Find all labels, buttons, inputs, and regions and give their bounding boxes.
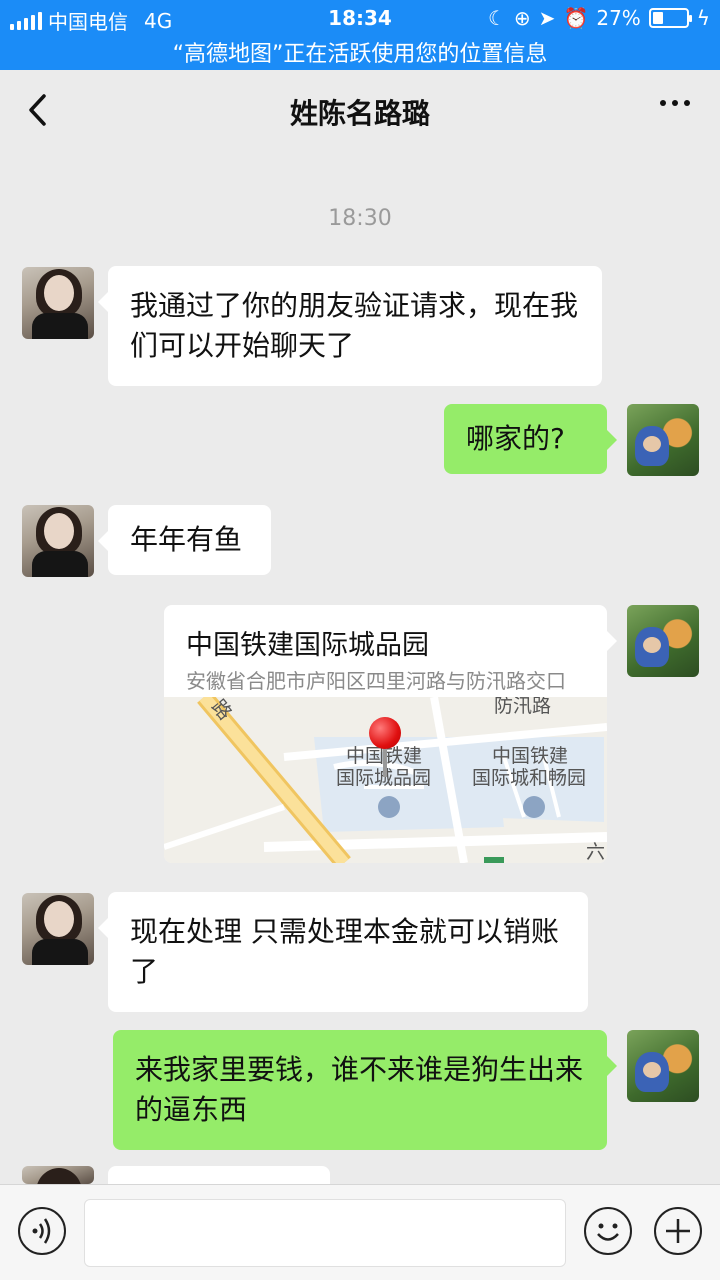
alarm-icon: ⏰	[563, 6, 589, 30]
orientation-lock-icon: ⊕	[513, 6, 531, 30]
message-bubble-incoming[interactable]: 现在处理 只需处理本金就可以销账了	[98, 892, 588, 1012]
location-map[interactable]: 路 防汛路 中国铁建 国际城品园 中国铁建 国际城和畅园 六	[164, 697, 607, 863]
my-avatar[interactable]	[627, 1030, 699, 1102]
battery-icon	[648, 8, 692, 28]
contact-avatar[interactable]	[22, 1166, 94, 1184]
chat-header: 姓陈名路璐	[0, 70, 720, 148]
message-bubble-outgoing[interactable]: 来我家里要钱，谁不来谁是狗生出来的逼东西	[113, 1030, 617, 1150]
voice-icon[interactable]	[18, 1207, 66, 1255]
map-pin-icon	[369, 717, 401, 749]
contact-avatar[interactable]	[22, 505, 94, 577]
map-road-label: 六	[586, 841, 606, 863]
charging-icon: ϟ	[696, 6, 710, 30]
battery-percent: 27%	[596, 6, 641, 30]
message-bubble-incoming[interactable]	[108, 1166, 330, 1184]
status-bar: 中国电信 4G 18:34 ☾ ⊕ ➤ ⏰ 27% ϟ “高德地图”正在活跃使用…	[0, 0, 720, 70]
my-avatar[interactable]	[627, 404, 699, 476]
emoji-icon[interactable]	[584, 1207, 632, 1255]
page-title: 姓陈名路璐	[289, 97, 430, 130]
location-address: 安徽省合肥市庐阳区四里河路与防汛路交口	[186, 669, 566, 693]
map-pin-icon	[383, 747, 387, 777]
location-title: 中国铁建国际城品园	[186, 630, 429, 661]
location-card[interactable]: 中国铁建国际城品园 安徽省合肥市庐阳区四里河路与防汛路交口 路 防汛路 中国铁建…	[164, 605, 607, 863]
input-bar	[0, 1184, 720, 1280]
map-poi-label: 中国铁建	[492, 745, 569, 767]
map-poi-label: 国际城和畅园	[472, 767, 587, 789]
location-arrow-icon: ➤	[538, 6, 556, 30]
message-input[interactable]	[84, 1199, 566, 1267]
location-notice-banner[interactable]: “高德地图”正在活跃使用您的位置信息	[0, 36, 720, 68]
my-avatar[interactable]	[627, 605, 699, 677]
ellipsis-icon[interactable]	[660, 100, 690, 106]
moon-icon: ☾	[487, 6, 506, 30]
message-bubble-incoming[interactable]: 年年有鱼	[98, 505, 271, 575]
bubble-tail	[607, 631, 617, 651]
message-bubble-outgoing[interactable]: 哪家的?	[444, 404, 617, 474]
map-road-label: 防汛路	[494, 697, 552, 717]
contact-avatar[interactable]	[22, 893, 94, 965]
plus-icon[interactable]	[654, 1207, 702, 1255]
message-bubble-incoming[interactable]: 我通过了你的朋友验证请求，现在我们可以开始聊天了	[98, 266, 602, 386]
contact-avatar[interactable]	[22, 267, 94, 339]
message-timestamp: 18:30	[328, 206, 392, 231]
